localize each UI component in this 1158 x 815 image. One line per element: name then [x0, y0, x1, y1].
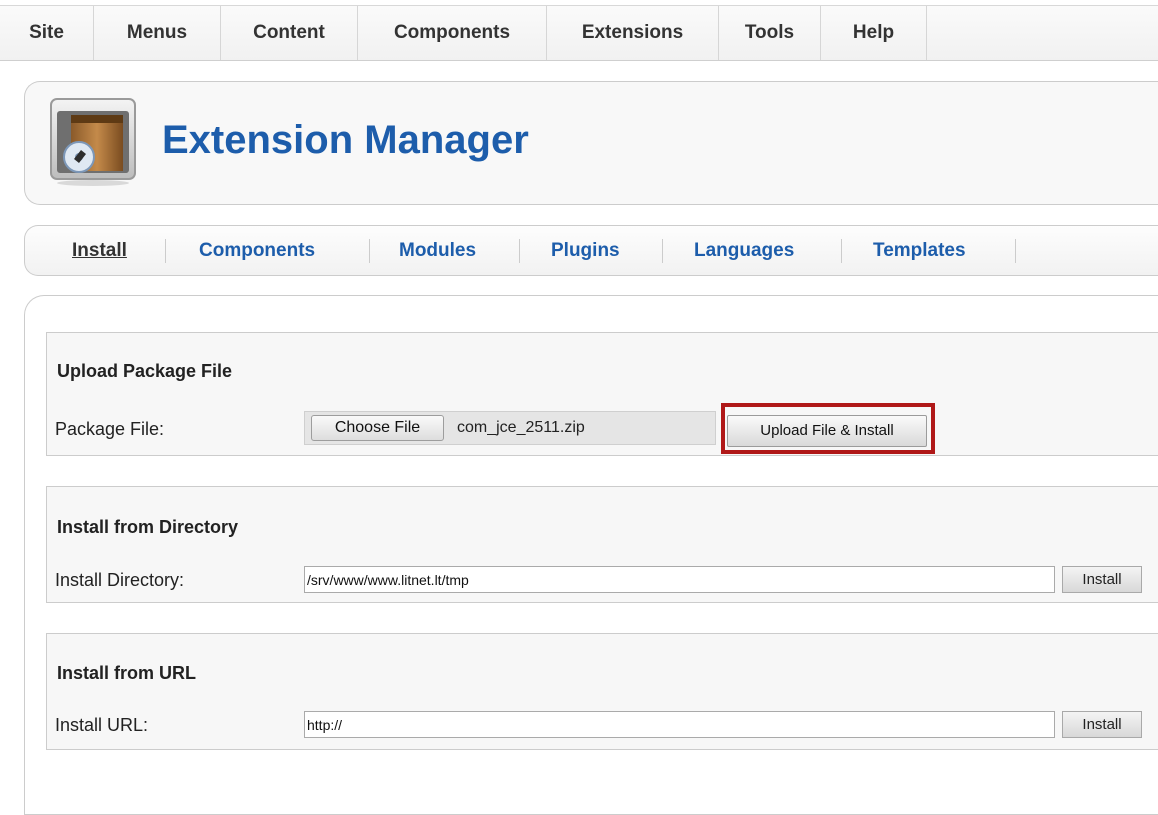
install-directory-input[interactable] [304, 566, 1055, 593]
tab-languages[interactable]: Languages [694, 226, 794, 275]
install-directory-button[interactable]: Install [1062, 566, 1142, 593]
tab-install[interactable]: Install [72, 226, 127, 275]
install-directory-label: Install Directory: [55, 570, 185, 590]
page-header: Extension Manager [24, 81, 1158, 205]
install-url-label: Install URL: [55, 715, 149, 735]
submenu-divider [519, 239, 520, 263]
submenu-divider [165, 239, 166, 263]
submenu-divider [662, 239, 663, 263]
submenu-divider [1015, 239, 1016, 263]
package-file-input[interactable]: Choose File com_jce_2511.zip [304, 411, 716, 445]
selected-file-name: com_jce_2511.zip [457, 419, 585, 436]
top-menu-bar: Site Menus Content Components Extensions… [0, 5, 1158, 61]
menu-menus[interactable]: Menus [94, 6, 221, 60]
tab-templates[interactable]: Templates [873, 226, 966, 275]
extension-manager-icon [49, 97, 138, 187]
menu-components[interactable]: Components [358, 6, 547, 60]
package-file-label: Package File: [55, 419, 165, 439]
install-url-input[interactable] [304, 711, 1055, 738]
menu-help[interactable]: Help [821, 6, 927, 60]
install-url-button[interactable]: Install [1062, 711, 1142, 738]
submenu: Install Components Modules Plugins Langu… [24, 225, 1158, 276]
submenu-divider [841, 239, 842, 263]
menu-extensions[interactable]: Extensions [547, 6, 719, 60]
menu-site[interactable]: Site [0, 6, 94, 60]
install-url-legend: Install from URL [57, 663, 197, 683]
submenu-divider [369, 239, 370, 263]
menu-content[interactable]: Content [221, 6, 358, 60]
tab-modules[interactable]: Modules [399, 226, 476, 275]
upload-install-button[interactable]: Upload File & Install [727, 415, 927, 447]
page-title: Extension Manager [162, 118, 529, 162]
tab-components[interactable]: Components [199, 226, 315, 275]
upload-package-legend: Upload Package File [57, 361, 233, 381]
choose-file-button[interactable]: Choose File [311, 415, 444, 441]
tab-plugins[interactable]: Plugins [551, 226, 620, 275]
menu-tools[interactable]: Tools [719, 6, 821, 60]
install-directory-legend: Install from Directory [57, 517, 239, 537]
